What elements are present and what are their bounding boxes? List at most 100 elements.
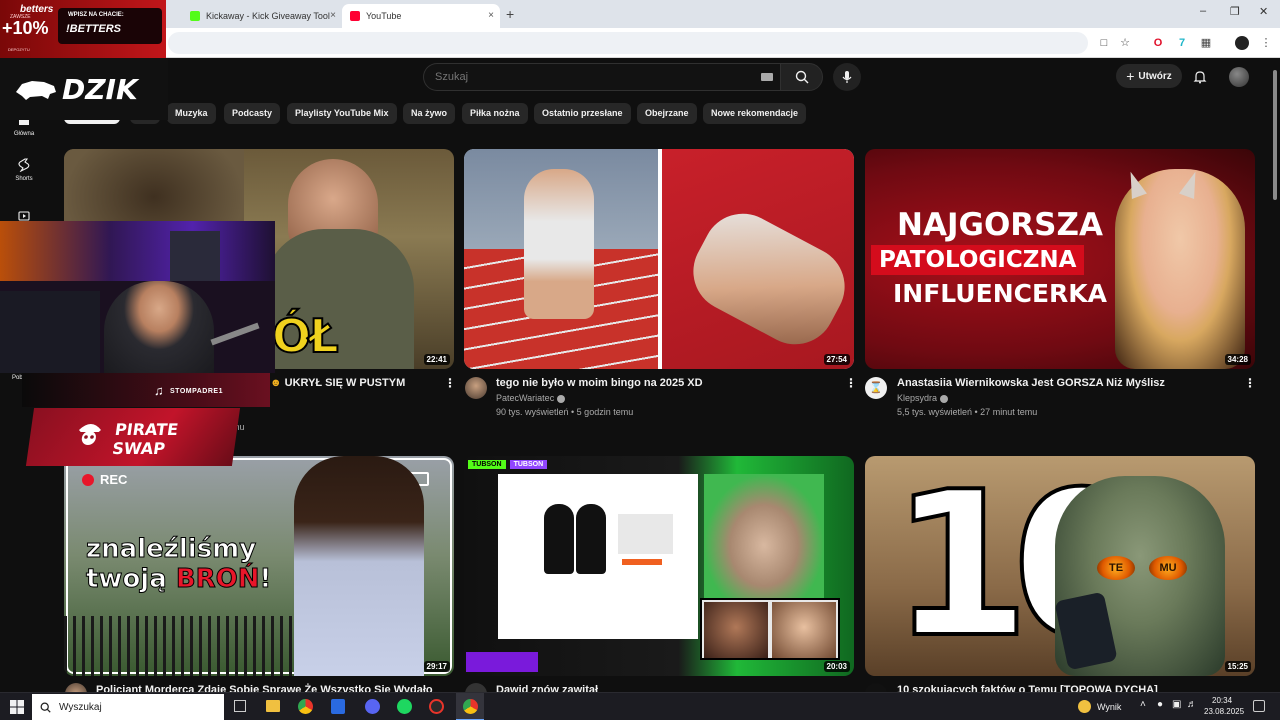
new-tab-button[interactable]: + [506, 6, 514, 22]
video-thumbnail-6[interactable]: 10 TE MU 15:25 [865, 456, 1255, 676]
create-button[interactable]: + Utwórz [1116, 64, 1182, 88]
page-scrollbar[interactable] [1270, 58, 1280, 692]
temu-eye-left: TE [1097, 556, 1135, 580]
chip-muzyka[interactable]: Muzyka [167, 103, 216, 124]
weather-icon[interactable] [1078, 700, 1091, 713]
chip-obejrzane[interactable]: Obejrzane [637, 103, 697, 124]
channel-avatar[interactable] [465, 377, 487, 399]
bonus-sub: DEPOZYTU [8, 47, 30, 52]
kick-tag: TUBSON [468, 460, 506, 469]
close-tab-icon[interactable]: × [488, 10, 494, 21]
room-window-image [170, 231, 220, 281]
tab-youtube[interactable]: YouTube × [342, 4, 500, 28]
fence-image [64, 616, 294, 676]
clock-date[interactable]: 23.08.2025 [1204, 707, 1244, 716]
video-menu-icon[interactable]: ⋮ [1244, 376, 1256, 390]
windows-start-icon[interactable] [10, 700, 24, 714]
video-meta: 90 tys. wyświetleń • 5 godzin temu [496, 407, 634, 417]
sidebar-label: Shorts [15, 176, 33, 182]
thumbnail-text-line2: PATOLOGICZNA [871, 245, 1085, 275]
product-details [618, 514, 673, 554]
notification-center-icon[interactable] [1253, 700, 1265, 712]
sidebar-item-shorts[interactable]: Shorts [0, 158, 48, 182]
video-thumbnail-3[interactable]: NAJGORSZA PATOLOGICZNA INFLUENCERKA 34:2… [865, 149, 1255, 369]
video-duration: 27:54 [823, 354, 850, 365]
chip-ostatnio-przeslane[interactable]: Ostatnio przesłane [534, 103, 631, 124]
channel-name[interactable]: PatecWariatec [496, 393, 566, 403]
chip-podcasty[interactable]: Podcasty [224, 103, 281, 124]
desk-image [0, 291, 100, 373]
pirate-skull-icon [78, 424, 101, 445]
clock-time[interactable]: 20:34 [1212, 696, 1232, 705]
spotify-icon[interactable] [397, 699, 412, 714]
create-label: Utwórz [1138, 70, 1172, 82]
keyboard-icon[interactable] [761, 73, 773, 81]
account-avatar[interactable] [1229, 67, 1249, 87]
task-view-icon[interactable] [234, 700, 246, 712]
browser-menu-icon[interactable]: ⋮ [1259, 36, 1273, 50]
network-icon[interactable]: ▣ [1172, 699, 1181, 710]
search-button[interactable] [780, 63, 823, 91]
tab-kickaway[interactable]: Kickaway - Kick Giveaway Tool × [182, 4, 342, 28]
streamer-face-image [104, 281, 214, 373]
minimize-icon[interactable]: – [1200, 5, 1206, 17]
volume-icon[interactable]: ♬ [1187, 699, 1197, 710]
video-thumbnail-4[interactable]: REC znaleźliśmy twoją BROŃ! 29:17 [64, 456, 454, 676]
temu-eye-right: MU [1149, 556, 1187, 580]
promo-code: !BETTERS [66, 23, 121, 35]
discord-icon[interactable] [365, 699, 380, 714]
video-title[interactable]: ☻ UKRYŁ SIĘ W PUSTYM [270, 377, 405, 389]
tiktok-handle-overlay: ♫ STOMPADRE1 [22, 373, 270, 407]
maximize-icon[interactable]: ❐ [1230, 5, 1240, 18]
chrome-icon[interactable] [298, 699, 313, 714]
active-chrome-taskbar-button[interactable] [456, 693, 484, 720]
pirate-line2: SWAP [111, 439, 167, 458]
file-explorer-icon[interactable] [266, 700, 280, 712]
thumbnail-text-line1: NAJGORSZA [897, 207, 1103, 243]
app-icon[interactable] [331, 699, 345, 714]
taskbar-search-placeholder: Wyszukaj [59, 701, 102, 713]
install-app-icon[interactable]: □ [1097, 36, 1111, 50]
bookmark-star-icon[interactable]: ☆ [1118, 36, 1132, 50]
notifications-bell-icon[interactable] [1193, 70, 1207, 84]
taskbar-search[interactable]: Wyszukaj [32, 694, 224, 720]
obs-icon[interactable] [429, 699, 444, 714]
search-icon [40, 702, 51, 713]
video-menu-icon[interactable]: ⋮ [444, 376, 456, 390]
rgb-lights-image [0, 221, 275, 281]
video-thumbnail-5[interactable]: TUBSON TUBSON 20:03 [464, 456, 854, 676]
video-title[interactable]: tego nie było w moim bingo na 2025 XD [496, 377, 703, 389]
thumbnail-text-line2: twoją BROŃ! [86, 564, 272, 595]
scrollbar-thumb[interactable] [1273, 70, 1277, 200]
video-menu-icon[interactable]: ⋮ [845, 376, 857, 390]
pirateswap-ad-overlay: PIRATE SWAP [25, 408, 241, 466]
tiktok-handle: STOMPADRE1 [170, 388, 223, 395]
opera-extension-icon[interactable]: O [1151, 36, 1165, 50]
verified-badge-icon [557, 394, 566, 403]
video-title[interactable]: Anastasiia Wiernikowska Jest GORSZA Niż … [897, 377, 1165, 389]
youtube-masthead: + Utwórz [0, 58, 1270, 98]
tray-chevron-up-icon[interactable]: ˄ [1140, 699, 1146, 710]
weather-label[interactable]: Wynik [1097, 702, 1121, 712]
chip-nowe-rekomendacje[interactable]: Nowe rekomendacje [703, 103, 807, 124]
chip-playlisty[interactable]: Playlisty YouTube Mix [287, 103, 397, 124]
thumbnail-text-line1: znaleźliśmy [85, 534, 257, 565]
window-close-icon[interactable]: ✕ [1259, 5, 1268, 18]
chip-pilka-nozna[interactable]: Piłka nożna [462, 103, 528, 124]
hourglass-icon: ⌛ [869, 382, 883, 394]
close-tab-icon[interactable]: × [330, 10, 336, 21]
extensions-puzzle-icon[interactable]: ▦ [1199, 36, 1213, 50]
voice-search-button[interactable] [833, 63, 861, 91]
youtube-favicon-icon [350, 11, 360, 21]
video-thumbnail-2[interactable]: 27:54 [464, 149, 854, 369]
chip-na-zywo[interactable]: Na żywo [403, 103, 456, 124]
video-duration: 15:25 [1224, 661, 1251, 672]
search-input[interactable] [423, 63, 780, 91]
microphone-tray-icon[interactable]: ● [1157, 699, 1163, 710]
video-meta: 5,5 tys. wyświetleń • 27 minut temu [897, 407, 1038, 417]
channel-avatar[interactable]: ⌛ [865, 377, 887, 399]
extension-icon[interactable]: 7 [1175, 36, 1189, 50]
address-bar[interactable] [168, 32, 1088, 54]
profile-icon[interactable] [1235, 36, 1249, 50]
channel-name[interactable]: Klepsydra [897, 393, 949, 403]
